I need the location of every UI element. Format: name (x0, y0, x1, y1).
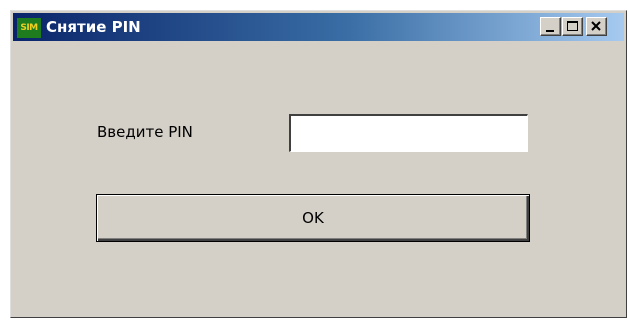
minimize-icon (546, 30, 554, 32)
maximize-button[interactable] (562, 17, 583, 36)
minimize-button[interactable] (540, 17, 561, 36)
close-icon (591, 21, 601, 31)
title-bar[interactable]: SIM Снятие PIN (13, 13, 624, 41)
window-title: Снятие PIN (46, 18, 141, 36)
dialog-window: SIM Снятие PIN Введите PIN OK (10, 10, 627, 318)
close-button[interactable] (586, 17, 607, 36)
pin-input[interactable] (289, 114, 528, 152)
pin-label: Введите PIN (97, 123, 193, 141)
maximize-icon (567, 21, 578, 31)
ok-button[interactable]: OK (96, 194, 530, 242)
sim-card-icon: SIM (17, 18, 41, 38)
